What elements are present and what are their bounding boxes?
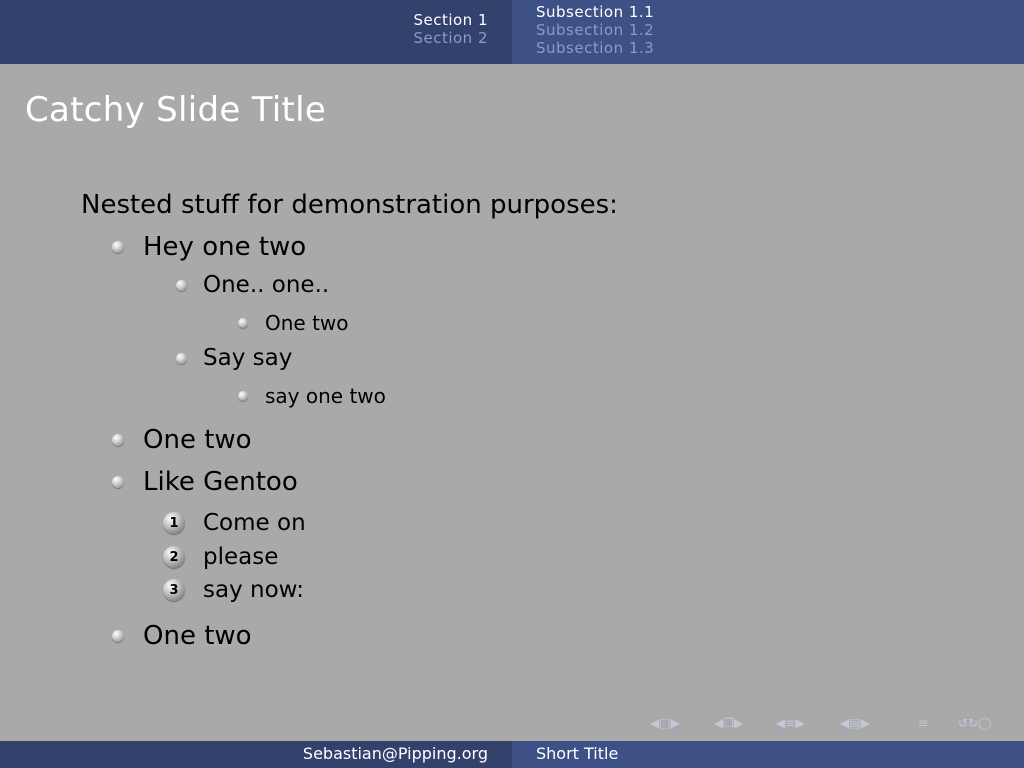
list-item-text: please (203, 544, 279, 570)
list-item-text: Come on (203, 510, 306, 536)
list-item-text: One two (143, 425, 252, 455)
list-item-text: One two (265, 311, 349, 335)
footer-short-title: Short Title (536, 744, 619, 763)
enum-number-icon: 1 (163, 512, 185, 534)
list-item: say one two (238, 384, 386, 408)
list-item-text: Like Gentoo (143, 467, 298, 497)
nav-subsection-1-3[interactable]: Subsection 1.3 (536, 39, 654, 57)
bullet-icon (112, 241, 124, 253)
frame-nav-icon[interactable]: ◀❐▶ (714, 716, 743, 730)
enum-item: 3 say now: (163, 577, 304, 603)
list-item-text: say now: (203, 577, 304, 603)
slide-nav-icon[interactable]: ◀□▶ (650, 716, 680, 730)
subsection-nav: Subsection 1.1 Subsection 1.2 Subsection… (536, 3, 654, 57)
bullet-icon (176, 279, 187, 291)
list-item: One two (112, 425, 252, 455)
bullet-icon (176, 352, 187, 364)
footer-left-panel: Sebastian@Pipping.org (0, 741, 512, 768)
nav-section-1[interactable]: Section 1 (413, 11, 488, 29)
footer-right-panel: Short Title (512, 741, 1024, 768)
subsection-nav-icon[interactable]: ◀≡▶ (776, 716, 805, 730)
section-nav: Section 1 Section 2 (413, 11, 488, 47)
nav-subsection-1-2[interactable]: Subsection 1.2 (536, 21, 654, 39)
list-item-text: One two (143, 621, 252, 651)
enum-number-icon: 3 (163, 579, 185, 601)
list-item: Say say (176, 345, 292, 371)
list-item-text: say one two (265, 384, 386, 408)
navigation-symbols: ◀□▶ ◀❐▶ ◀≡▶ ◀▤▶ ≡ ↺↻◯ (650, 716, 1020, 734)
list-item-text: One.. one.. (203, 272, 330, 298)
nav-section-2[interactable]: Section 2 (413, 29, 488, 47)
bullet-icon (238, 391, 248, 401)
nav-subsection-1-1[interactable]: Subsection 1.1 (536, 3, 654, 21)
footer-bar: Sebastian@Pipping.org Short Title (0, 741, 1024, 768)
list-item-text: Say say (203, 345, 293, 371)
enum-item: 2 please (163, 544, 278, 570)
header-right-panel: Subsection 1.1 Subsection 1.2 Subsection… (512, 0, 1024, 64)
enum-number: 3 (169, 582, 179, 598)
appendix-nav-icon[interactable]: ≡ (918, 716, 928, 730)
header-left-panel: Section 1 Section 2 (0, 0, 512, 64)
header-bar: Section 1 Section 2 Subsection 1.1 Subse… (0, 0, 1024, 64)
intro-text: Nested stuff for demonstration purposes: (81, 190, 618, 220)
bullet-icon (112, 630, 124, 642)
footer-author: Sebastian@Pipping.org (302, 744, 488, 763)
list-item: One two (112, 621, 252, 651)
section-nav-icon[interactable]: ◀▤▶ (840, 716, 870, 730)
enum-number: 1 (169, 515, 179, 531)
enum-number: 2 (169, 549, 179, 565)
enum-number-icon: 2 (163, 546, 185, 568)
list-item: Like Gentoo (112, 467, 298, 497)
bullet-icon (112, 476, 124, 488)
enum-item: 1 Come on (163, 510, 306, 536)
list-item: One two (238, 311, 349, 335)
list-item: Hey one two (112, 232, 306, 262)
bullet-icon (112, 434, 124, 446)
bullet-icon (238, 318, 248, 328)
list-item: One.. one.. (176, 272, 329, 298)
slide-title: Catchy Slide Title (25, 90, 327, 130)
back-forward-search-icon[interactable]: ↺↻◯ (958, 716, 992, 730)
list-item-text: Hey one two (143, 232, 307, 262)
